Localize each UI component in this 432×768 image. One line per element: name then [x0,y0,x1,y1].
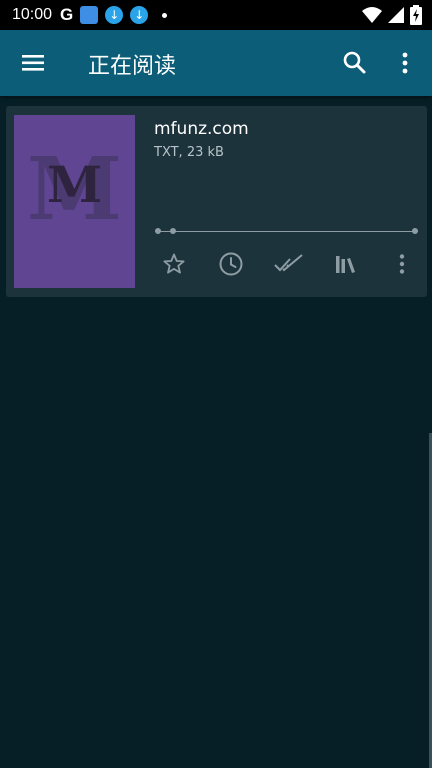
menu-button[interactable] [20,50,48,76]
download-icon: ↓ [130,6,149,24]
favorite-button[interactable] [158,248,190,280]
page-title: 正在阅读 [88,54,177,79]
search-icon [343,51,366,74]
cover-letter-small: M [46,155,103,214]
clock-icon [219,252,243,276]
reading-progress [155,228,418,236]
book-title[interactable]: mfunz.com [154,119,249,139]
library-button[interactable] [330,248,362,280]
book-more-button[interactable] [386,248,418,280]
menu-icon [22,55,44,71]
recent-button[interactable] [215,248,247,280]
dot-icon [162,12,168,18]
book-card[interactable]: M M mfunz.com TXT, 23 kB [6,106,427,297]
book-meta: TXT, 23 kB [154,145,224,160]
more-options-button[interactable] [393,50,417,76]
more-vert-icon [399,254,405,274]
wifi-icon [362,7,382,23]
double-check-icon [274,254,303,272]
status-time: 10:00 [12,6,53,23]
status-bar: 10:00 G ↓ ↓ [0,0,432,30]
progress-end-dot [412,228,418,234]
status-right-icons [362,5,422,25]
progress-track [155,231,418,232]
battery-charging-icon [410,5,422,25]
app-notification-icon [80,6,99,24]
google-icon: G [60,5,74,24]
search-button[interactable] [342,50,368,76]
progress-start-dot [155,228,161,234]
book-actions [146,248,424,280]
book-cover[interactable]: M M [14,115,135,288]
more-vert-icon [402,52,408,74]
download-icon: ↓ [105,6,124,24]
mark-read-button[interactable] [273,248,305,280]
signal-icon [388,7,404,23]
star-outline-icon [163,253,185,274]
progress-current-dot [170,228,176,234]
app-bar: 正在阅读 [0,30,432,96]
library-icon [336,256,355,273]
